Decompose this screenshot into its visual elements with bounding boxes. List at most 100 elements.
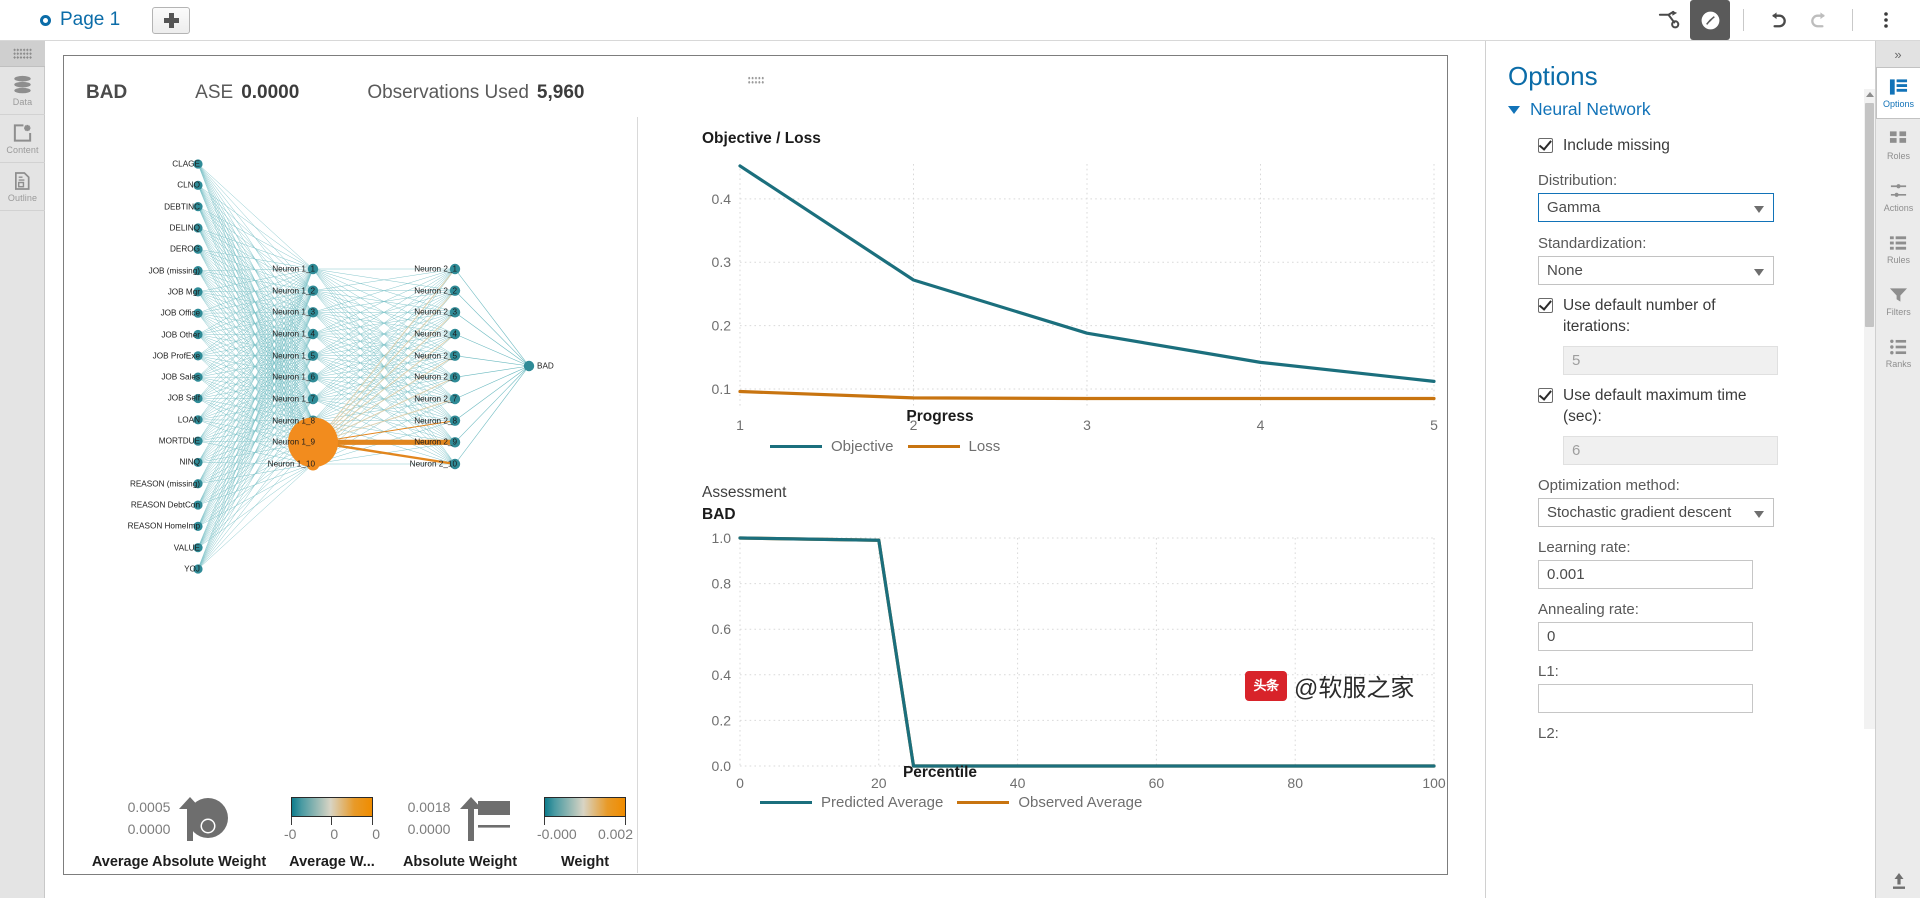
page-tab-1[interactable]: Page 1 xyxy=(36,0,124,41)
network-node-label: JOB (missing) xyxy=(148,266,200,276)
l2-label: L2: xyxy=(1538,724,1559,742)
legend-grad1-t0: -0.000 xyxy=(537,825,577,842)
group-header-neural-network[interactable]: Neural Network xyxy=(1508,99,1858,120)
options-panel-scrollbar[interactable] xyxy=(1864,89,1875,729)
chart1-legend-item-0[interactable]: Objective xyxy=(770,438,894,455)
svg-text:0.4: 0.4 xyxy=(712,191,732,207)
network-node-label: Neuron 2_4 xyxy=(414,329,457,339)
distribution-select[interactable]: Gamma xyxy=(1538,192,1774,222)
chevron-down-icon xyxy=(1508,105,1520,114)
objective-loss-chart[interactable]: Objective / Loss 0.1 0.2 0.3 0.4 1 2 3 4 5 Progr… xyxy=(640,118,1446,478)
default-iterations-checkbox[interactable] xyxy=(1538,297,1553,313)
legend-bubble-min: 0.0000 xyxy=(127,821,171,837)
chart1-plot: 0.10.20.30.41 2 3 4 5 xyxy=(712,164,1438,433)
annealing-rate-input[interactable]: 0 xyxy=(1538,621,1753,651)
right-rail-label-options: Options xyxy=(1882,98,1915,109)
network-node-label: Neuron 1_8 xyxy=(272,416,315,426)
legend-bubble-max: 0.0005 xyxy=(127,799,171,816)
watermark: 头条 @软服之家 xyxy=(1245,668,1414,703)
right-rail-label-ranks: Ranks xyxy=(1885,358,1912,369)
group-header-label: Neural Network xyxy=(1530,99,1651,119)
default-max-time-checkbox[interactable] xyxy=(1538,387,1553,403)
rail-item-outline[interactable]: Outline xyxy=(0,163,45,211)
rail-item-data[interactable]: Data xyxy=(0,67,45,115)
gradient-ticks-1 xyxy=(544,816,626,825)
learning-rate-input[interactable]: 0.001 xyxy=(1538,559,1753,589)
network-node-label: Neuron 1_5 xyxy=(272,351,315,361)
svg-text:1.0: 1.0 xyxy=(712,530,732,546)
explore-active-icon[interactable] xyxy=(1690,0,1730,40)
legend-grad1-t1: 0.002 xyxy=(597,825,633,842)
legend-title-2: Absolute Weight xyxy=(402,854,518,870)
network-node-label: REASON (missing) xyxy=(129,479,200,489)
scrollbar-thumb[interactable] xyxy=(1865,103,1874,327)
chart1-legend-item-1[interactable]: Loss xyxy=(907,438,1000,455)
field-include-missing: Include missing xyxy=(1538,136,1858,157)
right-rail-item-rules[interactable]: Rules xyxy=(1876,223,1920,275)
legend-average-weight: -0 0 0 Average W... xyxy=(274,793,390,870)
branch-icon[interactable] xyxy=(1648,0,1688,40)
optimization-method-label: Optimization method: xyxy=(1538,476,1680,494)
network-node-label: Neuron 2_5 xyxy=(414,351,457,361)
l1-input[interactable] xyxy=(1538,683,1753,713)
right-rail-item-options[interactable]: Options xyxy=(1876,67,1920,119)
default-iterations-checkbox-row[interactable]: Use default number of iterations: xyxy=(1538,296,1858,338)
svg-text:0.1: 0.1 xyxy=(712,381,732,397)
right-rail-item-actions[interactable]: Actions xyxy=(1876,171,1920,223)
left-rail-grip[interactable] xyxy=(0,41,45,67)
legend-grad0-t0: -0 xyxy=(284,825,297,842)
field-default-iterations: Use default number of iterations: 5 xyxy=(1538,296,1858,375)
add-page-button[interactable] xyxy=(152,6,191,34)
network-node-label: DELINQ xyxy=(169,223,200,233)
svg-text:0.2: 0.2 xyxy=(712,318,732,334)
network-node-label: VALUE xyxy=(173,543,200,553)
actions-icon xyxy=(1890,183,1907,197)
assessment-chart[interactable]: Assessment BAD 0.0 0.2 0.4 0.6 0.8 1.0 0 20 40 60… xyxy=(640,476,1446,816)
collapse-panel-button[interactable]: » xyxy=(1876,41,1920,67)
learning-rate-label: Learning rate: xyxy=(1538,538,1631,556)
chevron-down-icon xyxy=(1754,205,1764,213)
outline-document-icon xyxy=(14,171,30,190)
network-diagram[interactable]: CLAGE CLNO DEBTINC DELINQ DEROG JOB (missing)… xyxy=(65,116,637,816)
network-node-label: DEBTINC xyxy=(164,202,200,212)
default-max-time-input[interactable]: 6 xyxy=(1563,435,1778,465)
network-node-label: JOB ProfExe xyxy=(152,351,200,361)
optimization-method-select[interactable]: Stochastic gradient descent xyxy=(1538,497,1774,527)
network-node-label: Neuron 1_7 xyxy=(272,394,315,404)
field-l2: L2: xyxy=(1538,725,1858,742)
card-drag-handle[interactable] xyxy=(747,76,764,84)
content-add-icon xyxy=(13,123,32,142)
network-node-label: MORTDUE xyxy=(158,436,200,446)
network-node-label: JOB Office xyxy=(160,308,200,318)
include-missing-checkbox[interactable] xyxy=(1538,138,1553,153)
scroll-up-arrow-icon[interactable] xyxy=(1864,89,1875,100)
chart2-legend-item-1[interactable]: Observed Average xyxy=(957,794,1142,811)
legend-thick-max: 0.0018 xyxy=(407,799,451,816)
field-learning-rate: Learning rate: 0.001 xyxy=(1538,539,1858,589)
summary-obs-value: 5,960 xyxy=(536,82,585,103)
right-rail-item-roles[interactable]: Roles xyxy=(1876,119,1920,171)
right-rail-item-ranks[interactable]: Ranks xyxy=(1876,327,1920,379)
ranks-icon xyxy=(1890,339,1907,354)
default-iterations-input[interactable]: 5 xyxy=(1563,345,1778,375)
more-vertical-icon[interactable] xyxy=(1866,0,1906,40)
standardization-select[interactable]: None xyxy=(1538,255,1774,285)
svg-text:0.6: 0.6 xyxy=(712,621,732,637)
field-l1: L1: xyxy=(1538,663,1858,713)
rail-item-content[interactable]: Content xyxy=(0,115,45,163)
right-rail-item-filters[interactable]: Filters xyxy=(1876,275,1920,327)
undo-icon[interactable] xyxy=(1757,0,1797,40)
standardization-label: Standardization: xyxy=(1538,234,1647,252)
svg-text:0.2: 0.2 xyxy=(712,712,732,728)
field-optimization-method: Optimization method: Stochastic gradient… xyxy=(1538,477,1858,527)
options-panel-title: Options xyxy=(1508,61,1598,91)
summary-ase-value: 0.0000 xyxy=(241,82,300,103)
include-missing-checkbox-row[interactable]: Include missing xyxy=(1538,136,1858,157)
svg-text:100: 100 xyxy=(1422,775,1446,791)
chart2-legend-item-0[interactable]: Predicted Average xyxy=(760,794,943,811)
annealing-rate-label: Annealing rate: xyxy=(1538,600,1639,618)
options-panel: Options Neural Network Include missing D… xyxy=(1485,41,1875,898)
default-max-time-checkbox-row[interactable]: Use default maximum time (sec): xyxy=(1538,386,1858,428)
redo-icon[interactable] xyxy=(1799,0,1839,40)
right-rail-label-actions: Actions xyxy=(1883,202,1914,213)
